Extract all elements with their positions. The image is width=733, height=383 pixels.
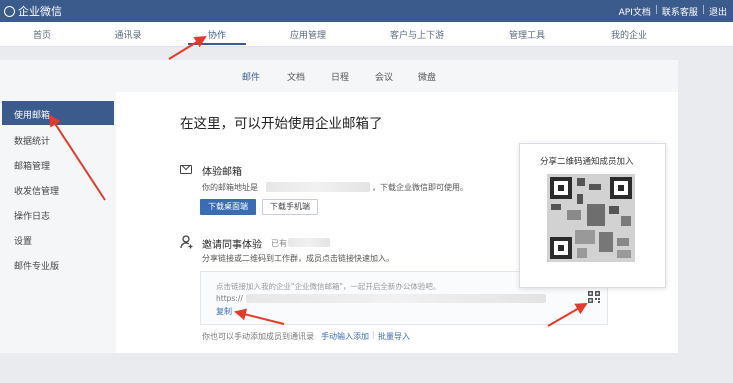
nav-active-indicator bbox=[188, 43, 246, 45]
qr-code-icon[interactable] bbox=[588, 291, 600, 303]
invite-description: 分享链接或二维码到工作群，成员点击链接快速加入。 bbox=[202, 254, 394, 263]
separator: | bbox=[654, 5, 658, 15]
qr-code-image bbox=[547, 174, 635, 262]
subnav-mail[interactable]: 邮件 bbox=[242, 70, 260, 83]
page-title: 在这里，可以开始使用企业邮箱了 bbox=[180, 116, 383, 132]
app-name: 企业微信 bbox=[18, 5, 62, 18]
main-nav: 首页 通讯录 协作 应用管理 客户与上下游 管理工具 我的企业 bbox=[0, 22, 733, 47]
subnav-calendar[interactable]: 日程 bbox=[331, 70, 349, 83]
trial-address-prefix: 你的邮箱地址是 bbox=[202, 183, 258, 192]
api-docs-link[interactable]: API文档 bbox=[619, 5, 651, 18]
nav-management-tools[interactable]: 管理工具 bbox=[509, 28, 545, 41]
nav-home[interactable]: 首页 bbox=[33, 28, 51, 41]
sidebar-item-statistics[interactable]: 数据统计 bbox=[14, 134, 50, 147]
sub-nav: 邮件 文档 日程 会议 微盘 bbox=[0, 60, 678, 92]
invite-title: 邀请同事体验 bbox=[202, 240, 262, 251]
invite-status-prefix: 已有 bbox=[271, 239, 287, 248]
sidebar-item-settings[interactable]: 设置 bbox=[14, 234, 32, 247]
contact-support-link[interactable]: 联系客服 bbox=[662, 5, 698, 18]
batch-import-link[interactable]: 批量导入 bbox=[378, 331, 410, 342]
invite-link-url-prefix: https:// bbox=[216, 294, 243, 303]
person-add-icon bbox=[180, 235, 193, 249]
sidebar-item-use-mailbox[interactable]: 使用邮箱 bbox=[14, 108, 50, 121]
nav-my-company[interactable]: 我的企业 bbox=[611, 28, 647, 41]
subnav-drive[interactable]: 微盘 bbox=[418, 70, 436, 83]
blurred-count bbox=[288, 238, 330, 247]
sidebar-item-operation-log[interactable]: 操作日志 bbox=[14, 209, 50, 222]
nav-customers-partners[interactable]: 客户与上下游 bbox=[390, 28, 444, 41]
trial-address-suffix: ，下载企业微信即可使用。 bbox=[372, 183, 468, 192]
trial-title: 体验邮箱 bbox=[202, 167, 242, 178]
logout-link[interactable]: 退出 bbox=[709, 5, 727, 18]
top-bar: 企业微信 API文档 | 联系客服 | 退出 bbox=[0, 0, 733, 22]
blurred-address bbox=[266, 182, 370, 192]
download-mobile-button[interactable]: 下载手机端 bbox=[262, 199, 318, 215]
separator: | bbox=[701, 5, 705, 15]
sidebar-item-mailbox-management[interactable]: 邮箱管理 bbox=[14, 159, 50, 172]
app-logo[interactable]: 企业微信 bbox=[4, 3, 62, 19]
qr-popup-title: 分享二维码通知成员加入 bbox=[540, 157, 634, 167]
nav-contacts[interactable]: 通讯录 bbox=[114, 28, 141, 41]
manual-add-link[interactable]: 手动输入添加 bbox=[321, 331, 369, 342]
invite-link-text: 点击链接加入我的企业"企业微信邮箱"，一起开启全新办公体验吧。 bbox=[216, 282, 441, 291]
sidebar-item-send-receive[interactable]: 收发信管理 bbox=[14, 184, 59, 197]
nav-collaboration[interactable]: 协作 bbox=[208, 28, 226, 41]
download-desktop-button[interactable]: 下载桌面端 bbox=[200, 199, 256, 215]
top-links: API文档 | 联系客服 | 退出 bbox=[619, 5, 727, 18]
logo-icon bbox=[4, 5, 15, 17]
manual-add-text: 你也可以手动添加成员到通讯录 bbox=[202, 332, 314, 341]
subnav-docs[interactable]: 文档 bbox=[287, 70, 305, 83]
separator: | bbox=[372, 330, 375, 339]
nav-app-management[interactable]: 应用管理 bbox=[290, 28, 326, 41]
subnav-meeting[interactable]: 会议 bbox=[375, 70, 393, 83]
blurred-link-url bbox=[246, 294, 546, 303]
sidebar-item-pro-edition[interactable]: 邮件专业版 bbox=[14, 259, 59, 272]
copy-link-button[interactable]: 复制 bbox=[216, 306, 232, 317]
mail-icon bbox=[180, 165, 192, 174]
